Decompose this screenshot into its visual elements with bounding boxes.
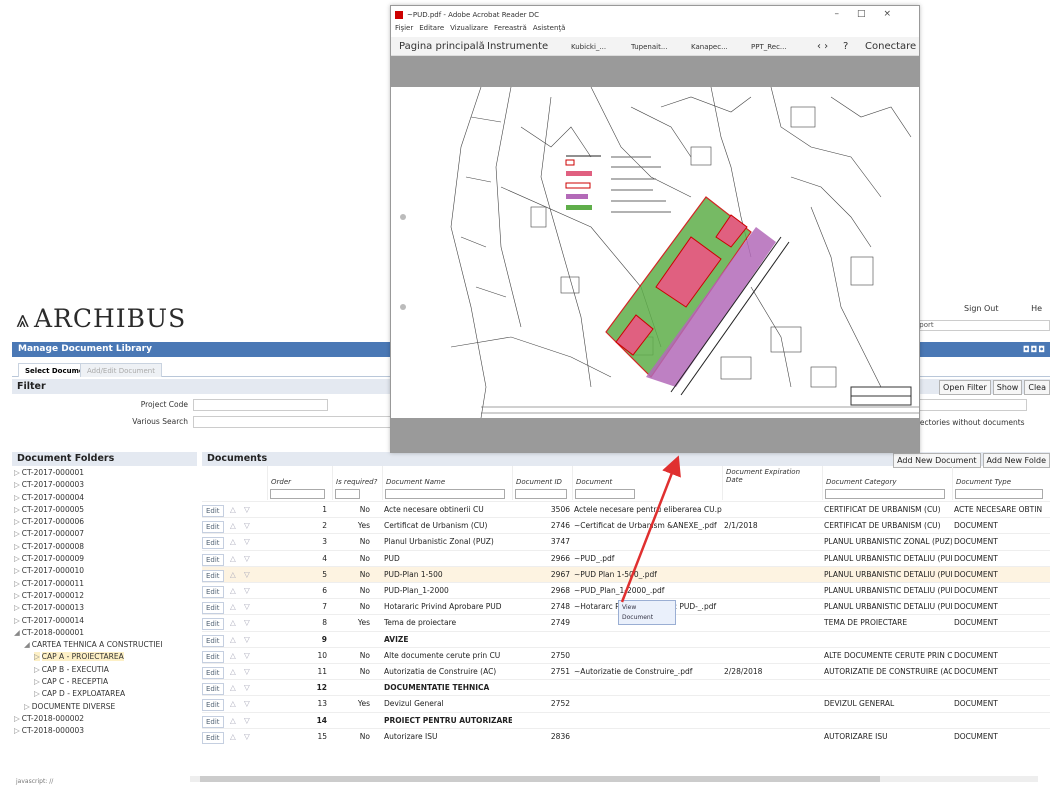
red-arrow <box>620 455 681 603</box>
red-arrow-overlay <box>620 455 681 603</box>
